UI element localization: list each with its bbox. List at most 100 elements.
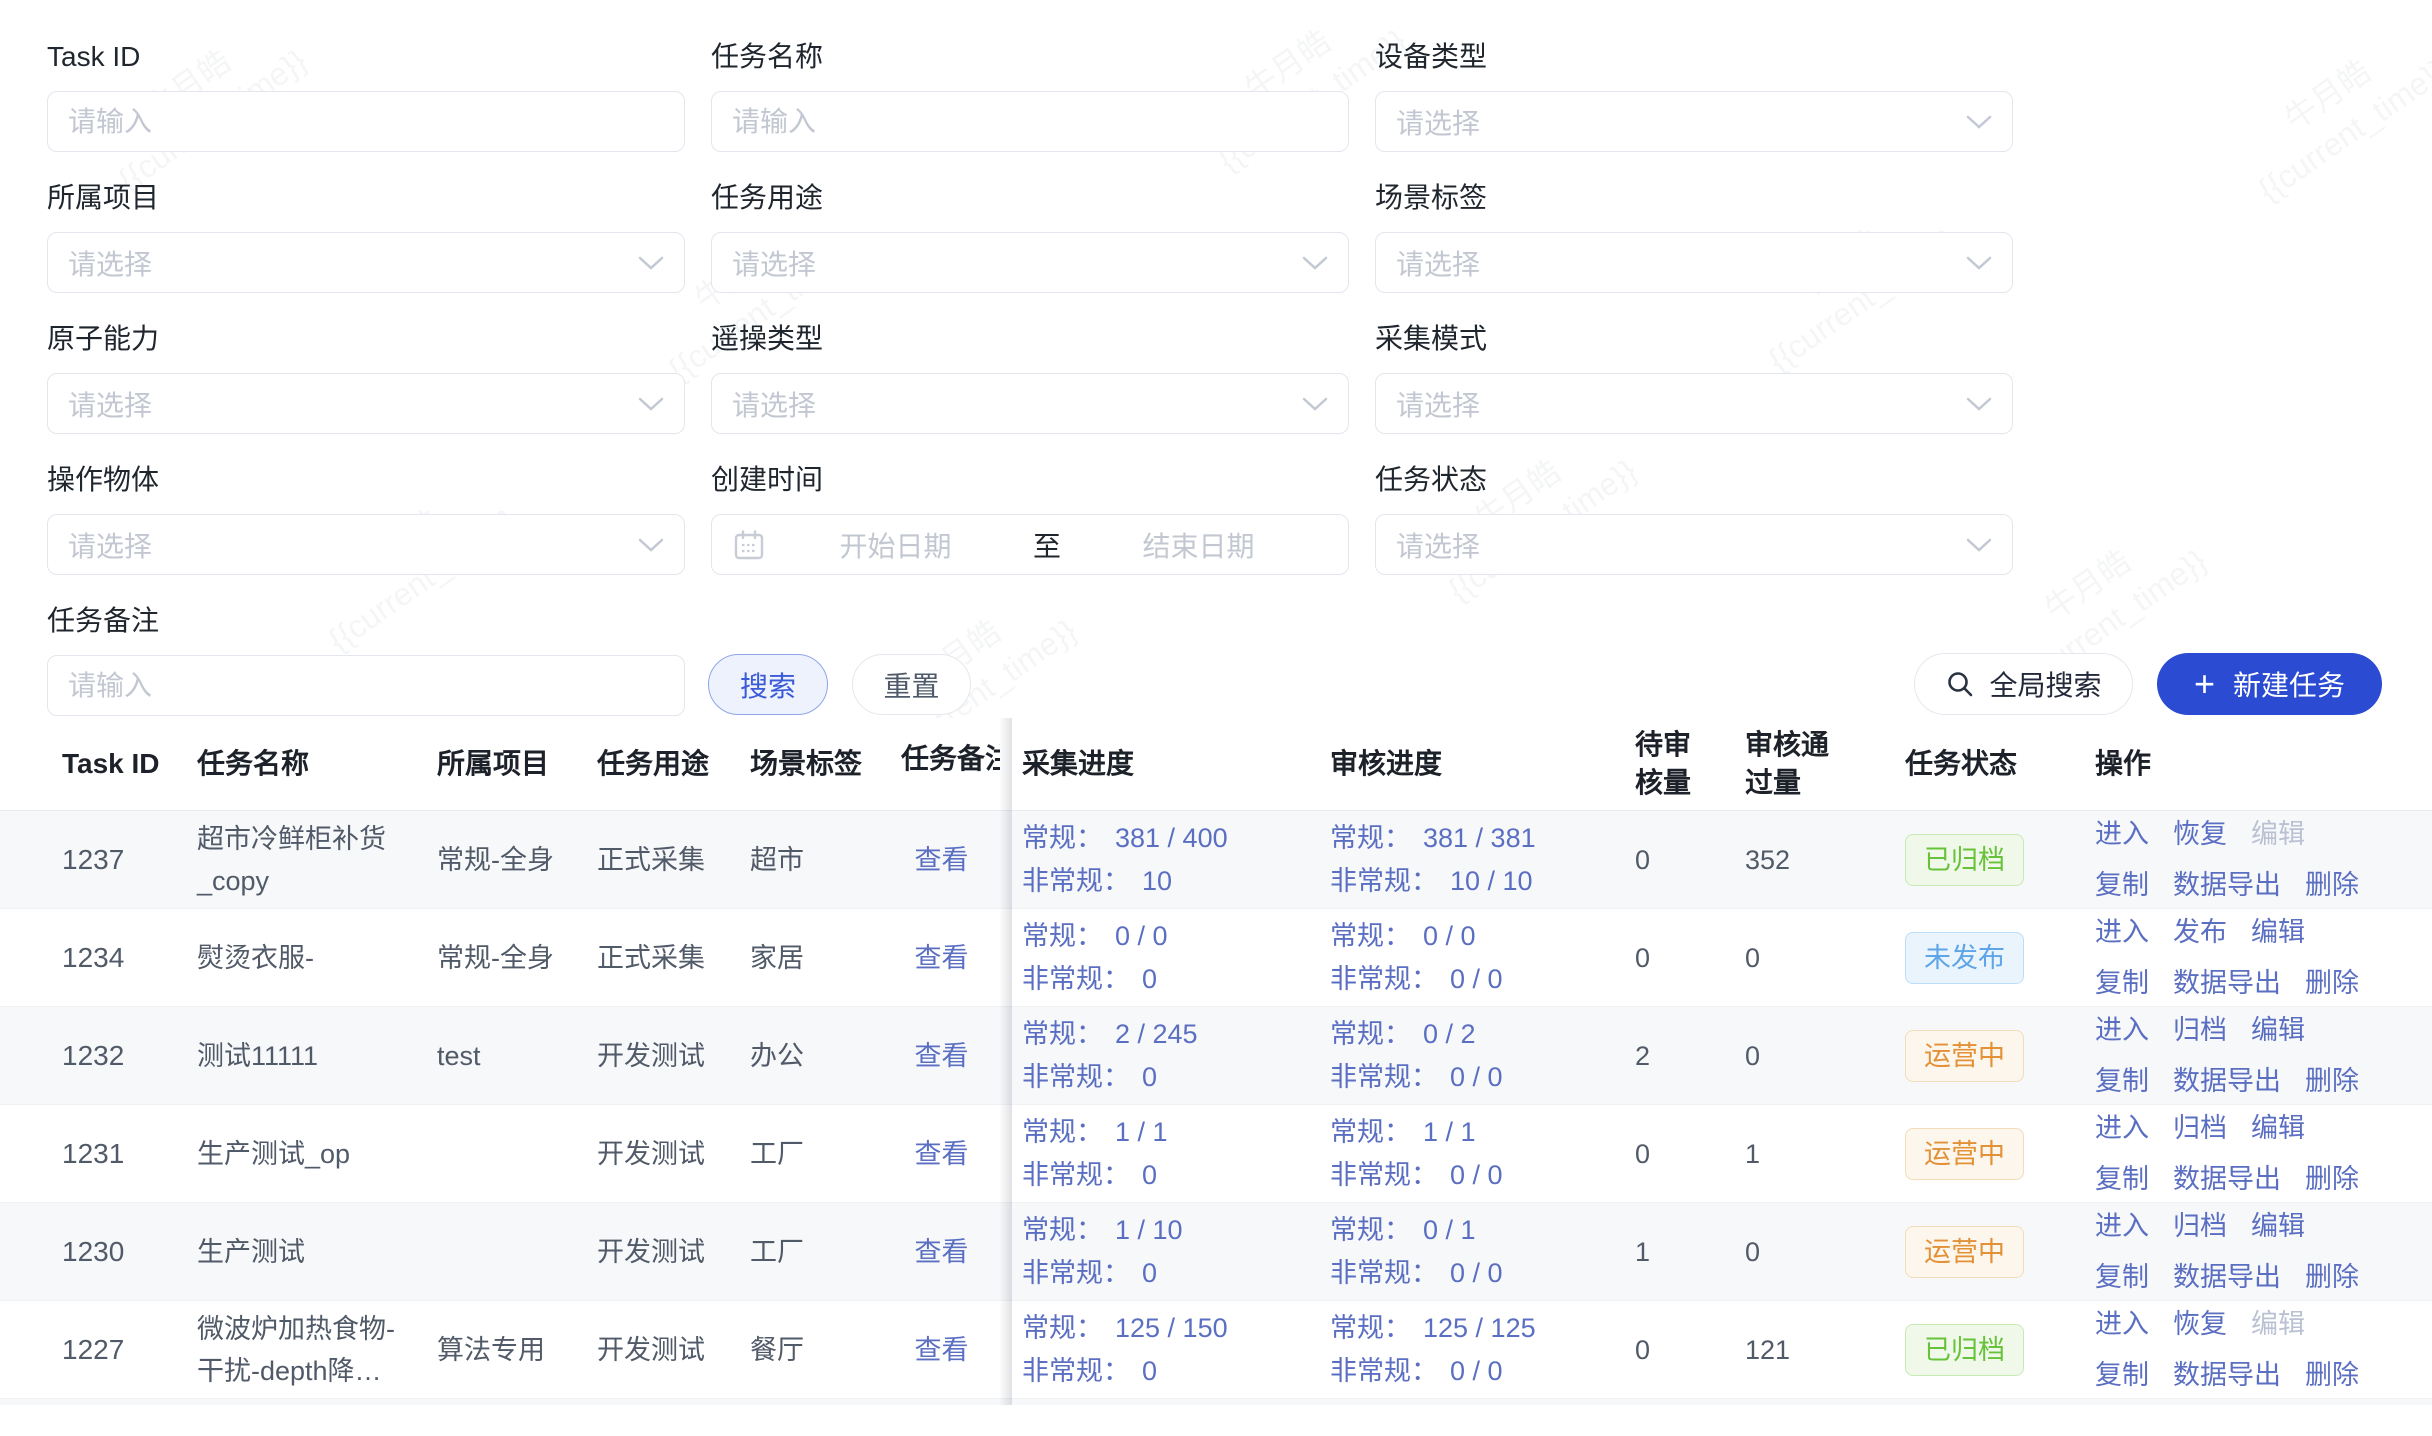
cell-pending-count: 0 (1635, 839, 1745, 881)
edit-link: 编辑 (2251, 1303, 2305, 1346)
cell-purpose: 开发测试 (597, 1231, 750, 1273)
field-label: 创建时间 (711, 463, 1349, 497)
delete-link[interactable]: 删除 (2305, 1060, 2359, 1103)
search-icon (1945, 669, 1975, 699)
copy-link[interactable]: 复制 (2095, 962, 2149, 1005)
chevron-down-icon (1302, 255, 1328, 271)
select-placeholder: 请选择 (68, 243, 152, 283)
cell-review-progress: 常规：381 / 381 非常规：10 / 10 (1330, 817, 1635, 903)
cell-pending-count: 0 (1635, 1329, 1745, 1371)
restore-link[interactable]: 恢复 (2173, 813, 2227, 856)
cell-task-id: 1237 (62, 839, 197, 881)
delete-link[interactable]: 删除 (2305, 864, 2359, 907)
cell-approved-count: 121 (1745, 1329, 1905, 1371)
reset-button[interactable]: 重置 (852, 654, 971, 715)
export-link[interactable]: 数据导出 (2173, 962, 2281, 1005)
restore-link[interactable]: 恢复 (2173, 1303, 2227, 1346)
cell-task-id: 1234 (62, 937, 197, 979)
enter-link[interactable]: 进入 (2095, 1303, 2149, 1346)
delete-link[interactable]: 删除 (2305, 1256, 2359, 1299)
view-remark-link[interactable]: 查看 (915, 1041, 969, 1071)
archive-link[interactable]: 归档 (2173, 1205, 2227, 1248)
copy-link[interactable]: 复制 (2095, 1060, 2149, 1103)
field-task-id: Task ID (47, 40, 685, 151)
task-status-select[interactable]: 请选择 (1375, 514, 2013, 575)
search-button[interactable]: 搜索 (708, 654, 828, 715)
export-link[interactable]: 数据导出 (2173, 864, 2281, 907)
chevron-down-icon (1966, 396, 1992, 412)
create-task-button[interactable]: + 新建任务 (2157, 653, 2382, 715)
view-remark-link[interactable]: 查看 (915, 845, 969, 875)
field-atomic-ability: 原子能力 请选择 (47, 322, 685, 433)
cell-task-name: 生产测试 (197, 1231, 437, 1273)
archive-link[interactable]: 归档 (2173, 1107, 2227, 1150)
view-remark-link[interactable]: 查看 (915, 1335, 969, 1365)
create-time-daterange[interactable]: 开始日期 至 结束日期 (711, 514, 1349, 575)
operate-object-select[interactable]: 请选择 (47, 514, 685, 575)
delete-link[interactable]: 删除 (2305, 1354, 2359, 1397)
task-name-input[interactable] (732, 106, 1328, 138)
cell-task-name: 熨烫衣服- (197, 937, 437, 979)
cell-project: 常规-全身 (437, 839, 597, 881)
edit-link[interactable]: 编辑 (2251, 1107, 2305, 1150)
atomic-ability-select[interactable]: 请选择 (47, 373, 685, 434)
field-label: Task ID (47, 40, 685, 74)
delete-link[interactable]: 删除 (2305, 962, 2359, 1005)
enter-link[interactable]: 进入 (2095, 911, 2149, 954)
cell-pending-count: 1 (1635, 1231, 1745, 1273)
teleop-type-select[interactable]: 请选择 (711, 373, 1349, 434)
copy-link[interactable]: 复制 (2095, 1354, 2149, 1397)
field-teleop-type: 遥操类型 请选择 (711, 322, 1349, 433)
collect-mode-select[interactable]: 请选择 (1375, 373, 2013, 434)
view-remark-link[interactable]: 查看 (915, 943, 969, 973)
select-placeholder: 请选择 (1396, 102, 1480, 142)
enter-link[interactable]: 进入 (2095, 813, 2149, 856)
cell-project: 算法专用 (437, 1329, 597, 1371)
task-purpose-select[interactable]: 请选择 (711, 232, 1349, 293)
scene-tag-select[interactable]: 请选择 (1375, 232, 2013, 293)
export-link[interactable]: 数据导出 (2173, 1354, 2281, 1397)
project-select[interactable]: 请选择 (47, 232, 685, 293)
view-remark-link[interactable]: 查看 (915, 1139, 969, 1169)
delete-link[interactable]: 删除 (2305, 1158, 2359, 1201)
copy-link[interactable]: 复制 (2095, 1158, 2149, 1201)
table-header-row: Task ID 任务名称 所属项目 任务用途 场景标签 任务备注 采集进度 审核… (0, 718, 2432, 811)
export-link[interactable]: 数据导出 (2173, 1158, 2281, 1201)
edit-link[interactable]: 编辑 (2251, 911, 2305, 954)
enter-link[interactable]: 进入 (2095, 1009, 2149, 1052)
edit-link[interactable]: 编辑 (2251, 1205, 2305, 1248)
global-search-label: 全局搜索 (1989, 664, 2101, 704)
end-date-input[interactable]: 结束日期 (1069, 525, 1328, 565)
cell-purpose: 开发测试 (597, 1035, 750, 1077)
cell-review-progress: 常规：1 / 1 非常规：0 / 0 (1330, 1111, 1635, 1197)
export-link[interactable]: 数据导出 (2173, 1060, 2281, 1103)
copy-link[interactable]: 复制 (2095, 1256, 2149, 1299)
global-search-button[interactable]: 全局搜索 (1914, 653, 2133, 715)
archive-link[interactable]: 归档 (2173, 1009, 2227, 1052)
header-scene: 场景标签 (750, 745, 901, 783)
copy-link[interactable]: 复制 (2095, 864, 2149, 907)
table-row: 1230 生产测试 开发测试 工厂 查看 常规：1 / 10 非常规：0 常规：… (0, 1203, 2432, 1301)
field-label: 操作物体 (47, 463, 685, 497)
select-placeholder: 请选择 (732, 384, 816, 424)
chevron-down-icon (638, 396, 664, 412)
enter-link[interactable]: 进入 (2095, 1107, 2149, 1150)
edit-link[interactable]: 编辑 (2251, 1009, 2305, 1052)
field-label: 任务名称 (711, 40, 1349, 74)
export-link[interactable]: 数据导出 (2173, 1256, 2281, 1299)
enter-link[interactable]: 进入 (2095, 1205, 2149, 1248)
field-label: 任务状态 (1375, 463, 2013, 497)
cell-pending-count: 0 (1635, 1133, 1745, 1175)
cell-approved-count: 0 (1745, 1035, 1905, 1077)
cell-collect-progress: 常规：1 / 10 非常规：0 (1022, 1209, 1330, 1295)
cell-scene: 超市 (750, 839, 901, 881)
task-remark-input[interactable] (68, 670, 664, 702)
publish-link[interactable]: 发布 (2173, 911, 2227, 954)
select-placeholder: 请选择 (1396, 243, 1480, 283)
view-remark-link[interactable]: 查看 (915, 1237, 969, 1267)
status-badge: 未发布 (1905, 932, 2024, 984)
start-date-input[interactable]: 开始日期 (766, 525, 1025, 565)
cell-actions: 进入 归档 编辑 复制 数据导出 删除 (2095, 1107, 2395, 1201)
device-type-select[interactable]: 请选择 (1375, 91, 2013, 152)
task-id-input[interactable] (68, 106, 664, 138)
